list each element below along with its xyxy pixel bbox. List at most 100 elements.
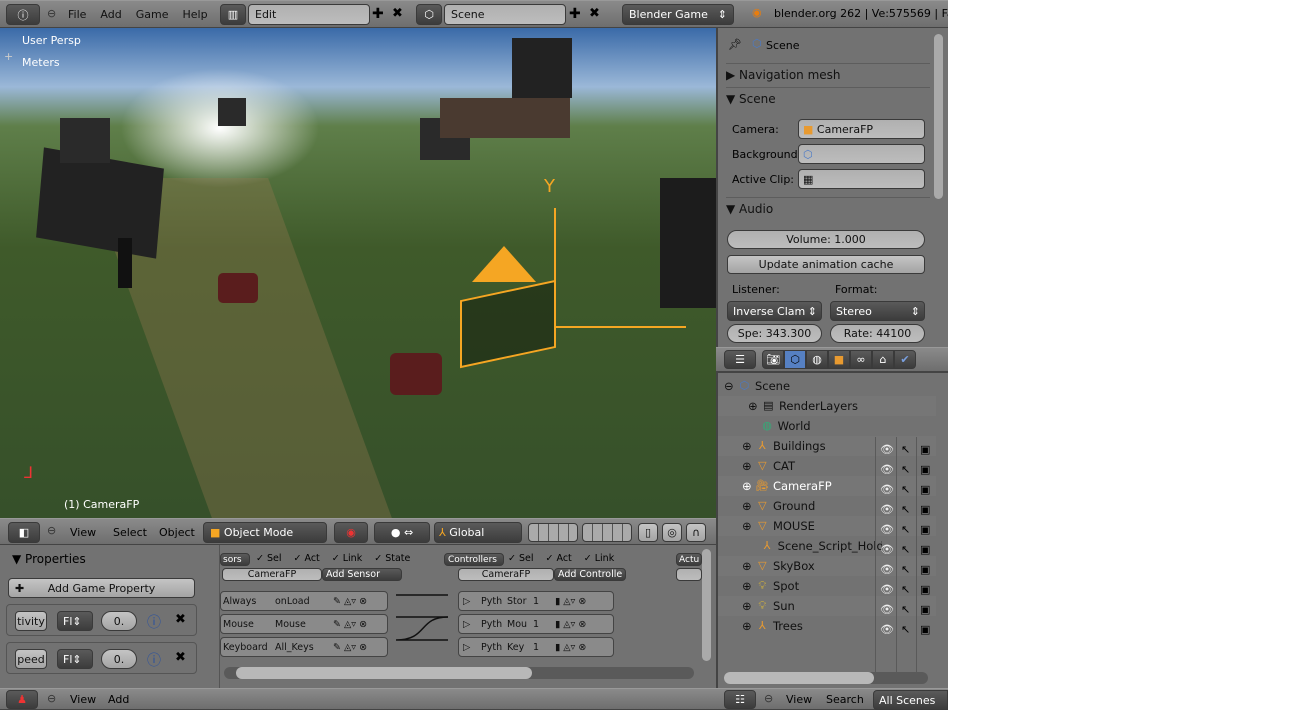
controller-sel-check[interactable]: ✓ Sel [508,553,534,564]
lock-camera-button[interactable]: ▯ [638,523,658,542]
add-scene-icon[interactable]: ✚ [569,6,581,22]
editor-type-button[interactable]: ◧ [8,522,40,543]
collapse-icon[interactable]: ⊖ [47,524,56,537]
property-value-field[interactable]: 0. [101,611,137,631]
editor-type-button[interactable]: ⓘ [6,4,40,25]
tab-constraints[interactable]: ∞ [850,350,872,369]
panel-toggle-plus[interactable]: + [4,50,13,63]
properties-title[interactable]: ▼ Properties [12,552,86,566]
orientation-select[interactable]: ⅄ Global [434,522,522,543]
controller-object-field[interactable]: CameraFP [458,568,554,581]
pin-icon[interactable]: ✎ ◬▿ ⊗ [333,642,367,653]
properties-scrollbar[interactable] [934,34,943,199]
controller-link-check[interactable]: ✓ Link [584,553,614,564]
tab-world[interactable]: ◍ [806,350,828,369]
add-layout-icon[interactable]: ✚ [372,6,384,22]
tab-data[interactable]: ⌂ [872,350,894,369]
controller-act-check[interactable]: ✓ Act [546,553,572,564]
layout-field[interactable]: Edit [248,4,370,25]
tab-scene[interactable]: ⬡ [784,350,806,369]
engine-select[interactable]: Blender Game ⇕ [622,4,734,25]
scene-field[interactable]: Scene [444,4,566,25]
controller-row[interactable]: ▷ Pyth Stor 1 ▮ ◬▿ ⊗ [458,591,614,611]
property-type-select[interactable]: Fl ⇕ [57,611,93,631]
actuator-object-field[interactable] [676,568,702,581]
display-mode-select[interactable]: All Scenes [873,690,948,710]
menu-help[interactable]: Help [182,8,207,21]
pin-icon[interactable]: ✎ ◬▿ ⊗ [333,619,367,630]
render-camera-icon[interactable]: ▣ ▣ ▣ ▣ ▣ ▣ ▣ ▣ ▣ ▣ [920,440,930,640]
sensor-sel-check[interactable]: ✓ Sel [256,553,282,564]
add-game-property-button[interactable]: ✚ Add Game Property [8,578,195,598]
sensor-row[interactable]: Mouse Mouse ✎ ◬▿ ⊗ [220,614,388,634]
sensor-act-check[interactable]: ✓ Act [294,553,320,564]
collapse-icon[interactable]: ⊖ [764,692,773,705]
collapse-icon[interactable]: ⊖ [47,7,56,20]
rate-field[interactable]: Rate: 44100 [830,324,925,343]
update-animation-cache-button[interactable]: Update animation cache [727,255,925,274]
scene-icon[interactable]: ⬡ [416,4,442,25]
controller-row[interactable]: ▷ Pyth Mou 1 ▮ ◬▿ ⊗ [458,614,614,634]
editor-type-button[interactable]: ☷ [724,690,756,709]
remove-layout-icon[interactable]: ✖ [392,6,403,21]
select-arrow-icon[interactable]: ↖ ↖ ↖ ↖ ↖ ↖ ↖ ↖ ↖ ↖ [901,440,910,640]
sensors-dropdown[interactable]: sors [220,553,250,566]
menu-view[interactable]: View [786,693,812,706]
property-type-select[interactable]: Fl ⇕ [57,649,93,669]
camera-field[interactable]: ■ CameraFP [798,119,925,139]
menu-add[interactable]: Add [100,8,121,21]
layers-grid-1[interactable] [528,523,578,542]
sensor-link-check[interactable]: ✓ Link [332,553,362,564]
speed-field[interactable]: Spe: 343.300 [727,324,822,343]
debug-info-icon[interactable]: ⓘ [147,612,161,632]
format-select[interactable]: Stereo ⇕ [830,301,925,321]
add-controller-select[interactable]: Add Controlle [554,568,626,581]
remove-property-icon[interactable]: ✖ [175,650,186,665]
menu-file[interactable]: File [68,8,86,21]
menu-game[interactable]: Game [136,8,169,21]
controller-row[interactable]: ▷ Pyth Key 1 ▮ ◬▿ ⊗ [458,637,614,657]
sensor-state-check[interactable]: ✓ State [374,553,410,564]
visibility-eye-icon[interactable]: 👁︎ 👁︎ 👁︎ 👁︎ 👁︎ 👁︎ 👁︎ 👁︎ 👁︎ 👁︎ [880,440,894,640]
sensor-row[interactable]: Keyboard All_Keys ✎ ◬▿ ⊗ [220,637,388,657]
mode-select[interactable]: ■ Object Mode [203,522,327,543]
pivot-select[interactable]: ● ⇔ [374,522,430,543]
menu-object[interactable]: Object [159,526,195,539]
section-audio[interactable]: ▼ Audio [726,197,930,219]
menu-view[interactable]: View [70,693,96,706]
active-clip-field[interactable]: ▦ [798,169,925,189]
pin-icon[interactable]: ✎ ◬▿ ⊗ [333,596,367,607]
shading-select[interactable]: ◉ [334,522,368,543]
vertical-scrollbar[interactable] [702,549,711,661]
volume-slider[interactable]: Volume: 1.000 [727,230,925,249]
outliner-item-scene[interactable]: ⊖ ⬡ Scene [718,376,936,396]
scrollbar-thumb[interactable] [724,672,874,684]
menu-select[interactable]: Select [113,526,147,539]
3d-viewport[interactable]: Y User Persp Meters (1) CameraFP ⅃ + [0,28,716,518]
outliner-item-renderlayers[interactable]: ⊕ ▤ RenderLayers [718,396,936,416]
menu-view[interactable]: View [70,526,96,539]
background-field[interactable]: ⬡ [798,144,925,164]
pin-icon[interactable]: 📌︎ [728,38,742,51]
tab-render[interactable]: 📷︎ [762,350,784,369]
controllers-dropdown[interactable]: Controllers [444,553,504,566]
debug-info-icon[interactable]: ⓘ [147,650,161,670]
scrollbar-thumb[interactable] [236,667,532,679]
layers-grid-2[interactable] [582,523,632,542]
menu-search[interactable]: Search [826,693,864,706]
actuators-dropdown[interactable]: Actu [676,553,702,566]
sensor-object-field[interactable]: CameraFP [222,568,322,581]
snap-button[interactable]: ∩ [686,523,706,542]
outliner-item-world[interactable]: ◍ World [718,416,936,436]
sensor-row[interactable]: Always onLoad ✎ ◬▿ ⊗ [220,591,388,611]
add-sensor-select[interactable]: Add Sensor [322,568,402,581]
listener-select[interactable]: Inverse Clam ⇕ [727,301,822,321]
section-navigation-mesh[interactable]: ▶ Navigation mesh [726,63,930,85]
section-scene[interactable]: ▼ Scene [726,87,930,109]
remove-property-icon[interactable]: ✖ [175,612,186,627]
property-value-field[interactable]: 0. [101,649,137,669]
layout-icon[interactable]: ▥ [220,4,246,25]
menu-add[interactable]: Add [108,693,129,706]
controller-actions[interactable]: ▮ ◬▿ ⊗ [555,619,586,630]
editor-type-button[interactable]: ☰ [724,350,756,369]
